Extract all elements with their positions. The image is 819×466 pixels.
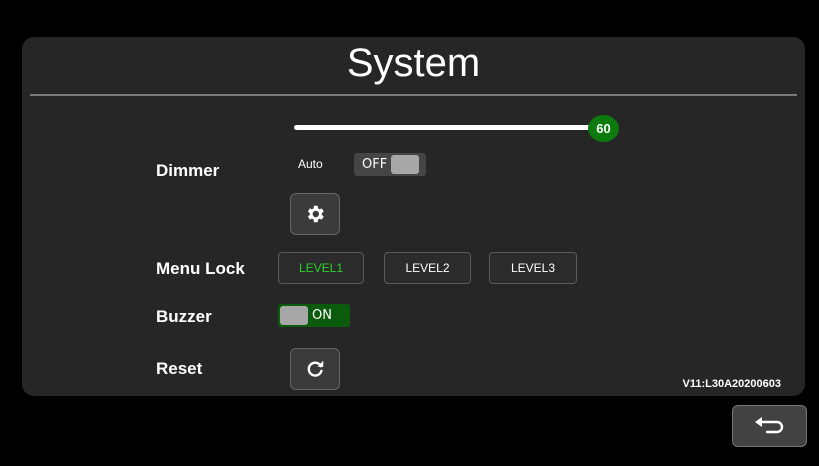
level1-button[interactable]: LEVEL1 [278,252,364,284]
back-button[interactable] [732,405,807,447]
auto-dimmer-toggle[interactable]: OFF [354,153,426,176]
level2-button[interactable]: LEVEL2 [384,252,471,284]
buzzer-toggle[interactable]: ON [278,304,350,327]
dimmer-slider-knob[interactable]: 60 [588,115,619,142]
toggle-thumb [391,155,420,174]
auto-dimmer-state: OFF [362,157,388,172]
buzzer-label: Buzzer [156,307,212,326]
dimmer-settings-button[interactable] [290,193,340,235]
back-arrow-icon [754,417,783,434]
page-title: System [346,41,481,85]
refresh-icon [307,360,324,377]
toggle-thumb [280,306,308,325]
level3-button[interactable]: LEVEL3 [489,252,577,284]
dimmer-slider-value: 60 [596,121,611,136]
auto-label: Auto [298,157,323,171]
buzzer-state: ON [312,308,332,323]
dimmer-slider-track[interactable] [294,125,596,130]
title-divider [30,94,797,96]
dimmer-label: Dimmer [156,161,220,180]
reset-label: Reset [156,359,203,378]
gear-icon [307,205,324,223]
reset-button[interactable] [290,348,340,390]
menu-lock-label: Menu Lock [156,259,245,278]
system-panel: System 60 Dimmer Auto OFF Menu Lock LEVE… [22,37,805,396]
firmware-version: V11:L30A20200603 [682,378,781,390]
